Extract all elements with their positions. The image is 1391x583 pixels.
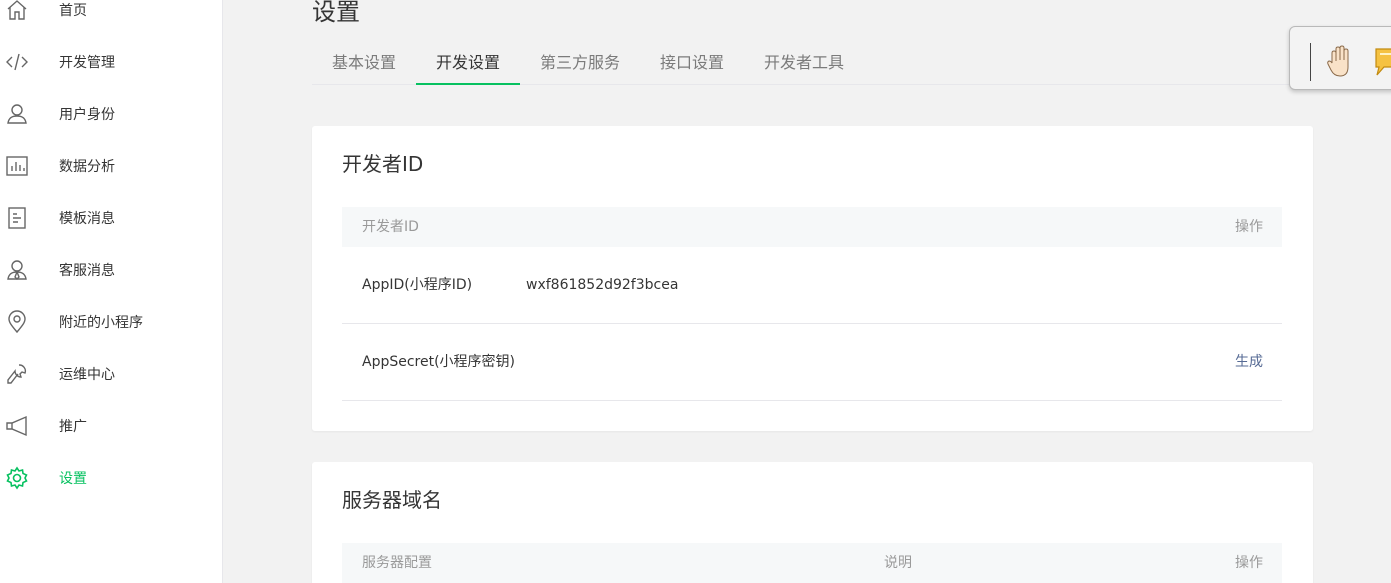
table-row-appid: AppID(小程序ID) wxf861852d92f3bcea [342,247,1282,324]
floating-toolbar[interactable] [1289,26,1391,90]
toolbar-divider [1310,43,1311,81]
customer-service-icon [5,258,29,282]
table-header: 服务器配置 说明 操作 [342,543,1282,583]
sidebar-item-label: 设置 [59,471,87,487]
column-header-developer-id: 开发者ID [362,219,419,235]
table-row-appsecret: AppSecret(小程序密钥) 生成 [342,324,1282,401]
server-domain-card: 服务器域名 服务器配置 说明 操作 [312,462,1313,583]
sidebar-item-settings[interactable]: 设置 [0,458,222,498]
sidebar-item-label: 首页 [59,3,87,19]
sidebar-item-label: 模板消息 [59,211,115,227]
tab-basic-settings[interactable]: 基本设置 [312,40,416,85]
appid-value: wxf861852d92f3bcea [526,277,679,293]
tab-api-settings[interactable]: 接口设置 [640,40,744,85]
developer-id-title: 开发者ID [342,152,424,176]
chat-bubble-icon[interactable] [1372,45,1391,79]
sidebar-item-user-identity[interactable]: 用户身份 [0,94,222,134]
sidebar-item-data-analysis[interactable]: 数据分析 [0,146,222,186]
generate-secret-link[interactable]: 生成 [1235,324,1263,401]
user-icon [5,102,29,126]
sidebar-item-home[interactable]: 首页 [0,0,222,30]
sidebar-item-nearby-miniprogram[interactable]: 附近的小程序 [0,302,222,342]
wrench-icon [5,362,29,386]
sidebar-item-label: 客服消息 [59,263,115,279]
home-icon [5,0,29,22]
column-header-description: 说明 [884,555,912,571]
sidebar-item-label: 数据分析 [59,159,115,175]
sidebar-item-label: 推广 [59,419,87,435]
gear-icon [5,466,29,490]
tab-developer-tools[interactable]: 开发者工具 [744,40,864,85]
code-icon [5,50,29,74]
server-domain-title: 服务器域名 [342,488,442,512]
sidebar-item-ops-center[interactable]: 运维中心 [0,354,222,394]
sidebar-item-promotion[interactable]: 推广 [0,406,222,446]
appsecret-label: AppSecret(小程序密钥) [362,354,516,370]
sidebar-item-dev-management[interactable]: 开发管理 [0,42,222,82]
sidebar-item-label: 用户身份 [59,107,115,123]
developer-id-card: 开发者ID 开发者ID 操作 AppID(小程序ID) wxf861852d92… [312,126,1313,431]
page-title: 设置 [312,0,360,26]
sidebar-item-label: 运维中心 [59,367,115,383]
settings-tabs: 基本设置 开发设置 第三方服务 接口设置 开发者工具 [312,40,1313,85]
hand-icon[interactable] [1326,43,1354,79]
appid-label: AppID(小程序ID) [362,277,473,293]
document-icon [5,206,29,230]
megaphone-icon [5,414,29,438]
sidebar-item-template-messages[interactable]: 模板消息 [0,198,222,238]
table-header: 开发者ID 操作 [342,207,1282,247]
tab-third-party-services[interactable]: 第三方服务 [520,40,640,85]
sidebar-item-label: 附近的小程序 [59,315,143,331]
sidebar: 首页 开发管理 用户身份 数据分析 模板消息 客服消息 附近的小程序 运维中心 … [0,0,223,583]
column-header-action: 操作 [1235,219,1263,235]
sidebar-item-customer-service[interactable]: 客服消息 [0,250,222,290]
location-pin-icon [5,310,29,334]
sidebar-item-label: 开发管理 [59,55,115,71]
column-header-action: 操作 [1235,555,1263,571]
column-header-server-config: 服务器配置 [362,555,432,571]
tab-dev-settings[interactable]: 开发设置 [416,40,520,85]
bar-chart-icon [5,154,29,178]
